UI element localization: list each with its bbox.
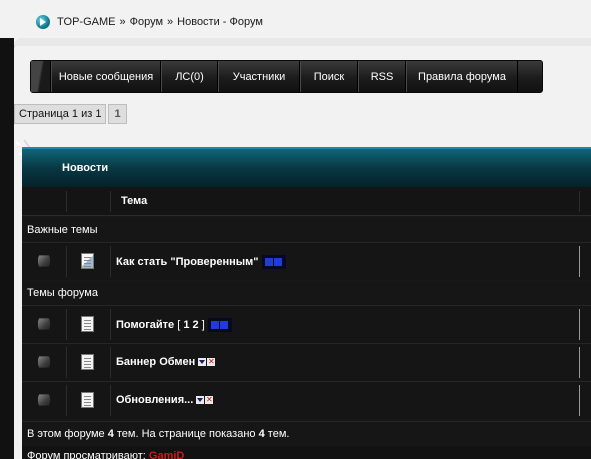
pagination: Страница 1 из 1 1 xyxy=(14,104,127,124)
forum-viewers: Форум просматривают: GamiD xyxy=(22,446,591,459)
forum-table: Новости Тема Важные темы Как стать "Пров… xyxy=(22,147,591,459)
column-divider xyxy=(110,309,111,340)
topic-row[interactable]: Как стать "Проверенным" xyxy=(22,242,591,280)
topic-title-link[interactable]: Как стать "Проверенным" xyxy=(116,256,259,268)
blue-square-icon xyxy=(219,321,228,330)
pages-open: [ xyxy=(177,318,181,331)
row-end-divider xyxy=(579,385,580,416)
section-important: Важные темы xyxy=(22,218,591,242)
close-icon[interactable]: ✕ xyxy=(205,396,214,405)
pages-close: ] xyxy=(201,318,205,331)
forum-stats: В этом форуме 4 тем. На странице показан… xyxy=(22,421,591,445)
column-divider xyxy=(66,191,67,212)
breadcrumb: TOP-GAME » Форум » Новости - Форум xyxy=(36,15,263,29)
column-divider xyxy=(110,246,111,277)
topic-status-icon xyxy=(37,255,51,267)
topic-row[interactable]: Баннер Обмен ✕ xyxy=(22,343,591,381)
viewers-label: Форум просматривают: xyxy=(27,450,146,459)
row-end-divider xyxy=(579,246,580,277)
page-info: Страница 1 из 1 xyxy=(14,104,107,124)
breadcrumb-separator: » xyxy=(167,16,174,28)
breadcrumb-separator: » xyxy=(119,16,126,28)
stats-mid: тем. На странице показано xyxy=(116,428,256,440)
topic-badge xyxy=(207,318,232,332)
nav-forum-rules[interactable]: Правила форума xyxy=(406,61,518,92)
topic-title-link[interactable]: Помогайте xyxy=(116,319,174,331)
column-divider xyxy=(110,385,111,416)
topic-title-link[interactable]: Баннер Обмен xyxy=(116,356,195,368)
topic-pages: [ 1 2 ] xyxy=(177,319,205,331)
column-divider xyxy=(66,309,67,340)
navigation-bar: Новые сообщения ЛС(0) Участники Поиск RS… xyxy=(30,60,543,93)
topic-status-icon xyxy=(37,394,51,406)
column-divider xyxy=(66,347,67,378)
arrow-down-icon[interactable] xyxy=(196,396,205,405)
page-number-1[interactable]: 1 xyxy=(108,104,127,124)
stats-suffix: тем. xyxy=(267,428,290,440)
blue-square-icon xyxy=(264,258,273,267)
topic-page-link-2[interactable]: 2 xyxy=(193,319,199,331)
column-header-row: Тема xyxy=(22,187,591,216)
column-topic-label: Тема xyxy=(121,195,148,207)
topic-document-icon xyxy=(81,316,94,332)
topic-row[interactable]: Помогайте [ 1 2 ] xyxy=(22,305,591,343)
nav-bar-cap xyxy=(31,61,51,92)
section-topics: Темы форума xyxy=(22,281,591,305)
nav-private-messages[interactable]: ЛС(0) xyxy=(161,61,218,92)
arrow-down-icon[interactable] xyxy=(198,358,207,367)
column-divider xyxy=(66,246,67,277)
nav-search[interactable]: Поиск xyxy=(300,61,358,92)
blue-square-icon xyxy=(210,321,219,330)
close-icon[interactable]: ✕ xyxy=(207,358,216,367)
stats-prefix: В этом форуме xyxy=(27,428,105,440)
viewer-username-link[interactable]: GamiD xyxy=(149,450,184,459)
breadcrumb-site[interactable]: TOP-GAME xyxy=(57,16,115,28)
topic-title-link[interactable]: Обновления... xyxy=(116,394,193,406)
stats-topic-count: 4 xyxy=(107,428,114,440)
forum-title: Новости xyxy=(62,162,109,174)
nav-new-posts[interactable]: Новые сообщения xyxy=(51,61,161,92)
topic-badge xyxy=(261,255,286,269)
nav-members[interactable]: Участники xyxy=(218,61,300,92)
topic-status-icon xyxy=(37,318,51,330)
breadcrumb-forum[interactable]: Форум xyxy=(130,16,163,28)
nav-rss[interactable]: RSS xyxy=(358,61,406,92)
topic-status-icon xyxy=(37,356,51,368)
stats-shown-count: 4 xyxy=(258,428,265,440)
blue-square-icon xyxy=(273,258,282,267)
row-end-divider xyxy=(579,309,580,340)
forum-header: Новости xyxy=(22,147,591,187)
sticky-topic-icon xyxy=(81,253,94,269)
topic-page-link-1[interactable]: 1 xyxy=(183,319,189,331)
topic-row[interactable]: Обновления... ✕ xyxy=(22,381,591,419)
row-end-divider xyxy=(579,347,580,378)
column-divider xyxy=(110,191,111,212)
column-divider xyxy=(110,347,111,378)
column-divider xyxy=(66,385,67,416)
topic-document-icon xyxy=(81,354,94,370)
topic-document-icon xyxy=(81,392,94,408)
home-icon[interactable] xyxy=(36,15,50,29)
breadcrumb-current[interactable]: Новости - Форум xyxy=(177,16,263,28)
column-divider xyxy=(579,191,580,212)
